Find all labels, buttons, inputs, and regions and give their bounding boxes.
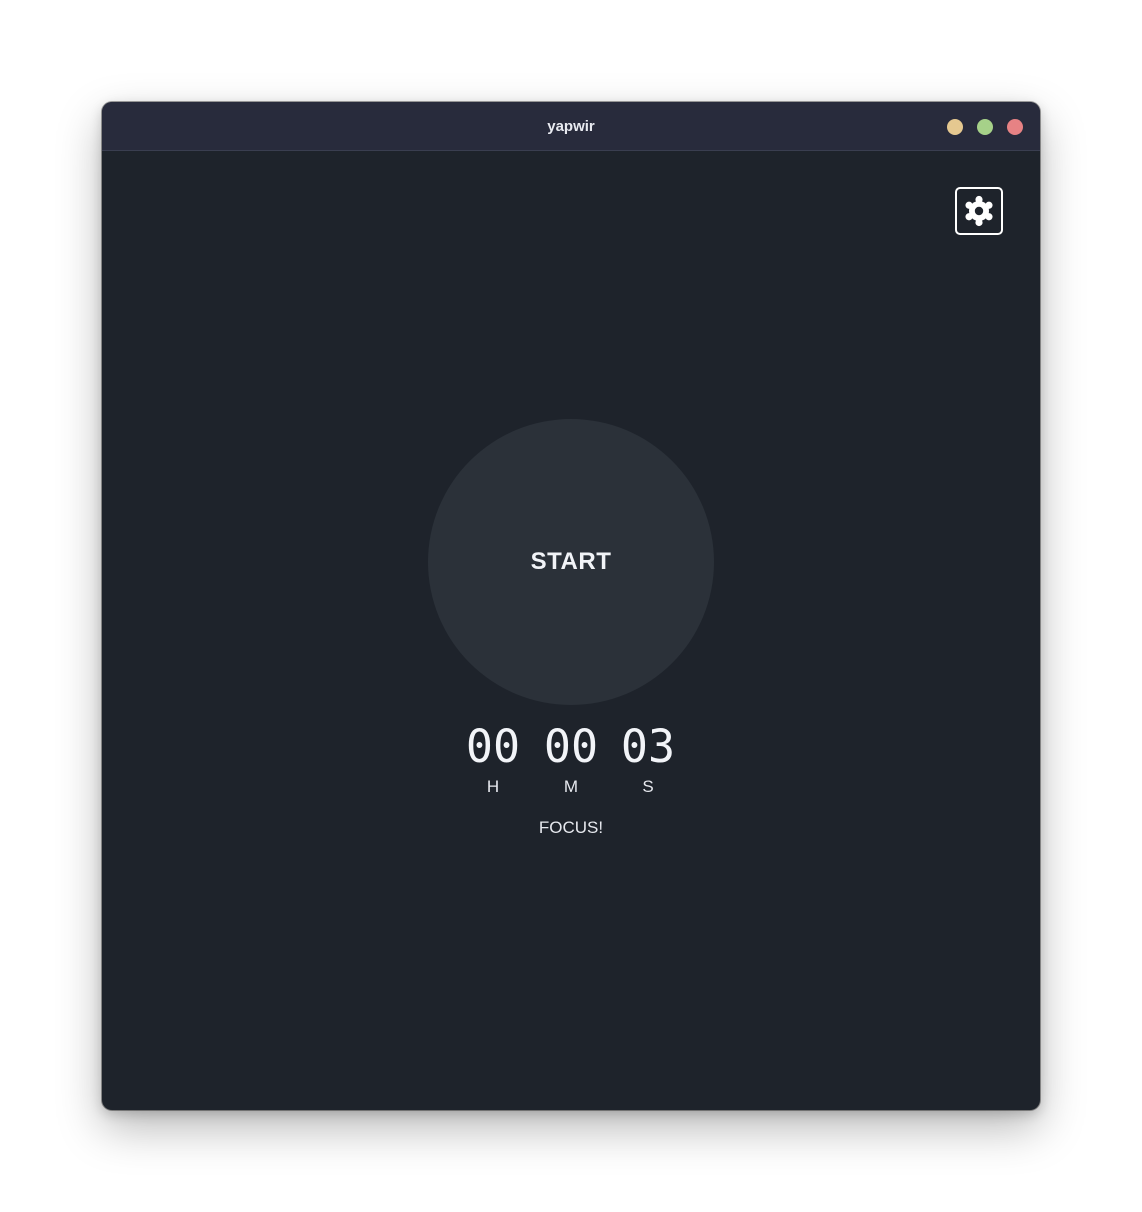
minutes-unit-label: M [563,777,579,796]
title-bar[interactable]: yapwir [102,102,1040,151]
minutes-display: 00 M [532,720,610,798]
hours-display: 00 H [454,720,532,798]
settings-button[interactable] [955,187,1003,235]
minimize-button[interactable] [947,119,963,135]
hours-value: 00 [465,720,521,773]
seconds-display: 03 S [609,720,687,798]
start-button-label: START [530,548,612,575]
maximize-button[interactable] [977,119,993,135]
window-title: yapwir [547,118,595,135]
status-text: FOCUS! [538,818,604,837]
hours-unit-label: H [486,777,500,796]
app-window: yapwir START 00 H 00 M 03 S FOCUS! [102,102,1040,1110]
seconds-unit-label: S [642,777,654,796]
seconds-value: 03 [620,720,676,773]
gear-icon [965,195,993,227]
start-button[interactable]: START [428,419,714,705]
close-button[interactable] [1007,119,1023,135]
minutes-value: 00 [543,720,599,773]
